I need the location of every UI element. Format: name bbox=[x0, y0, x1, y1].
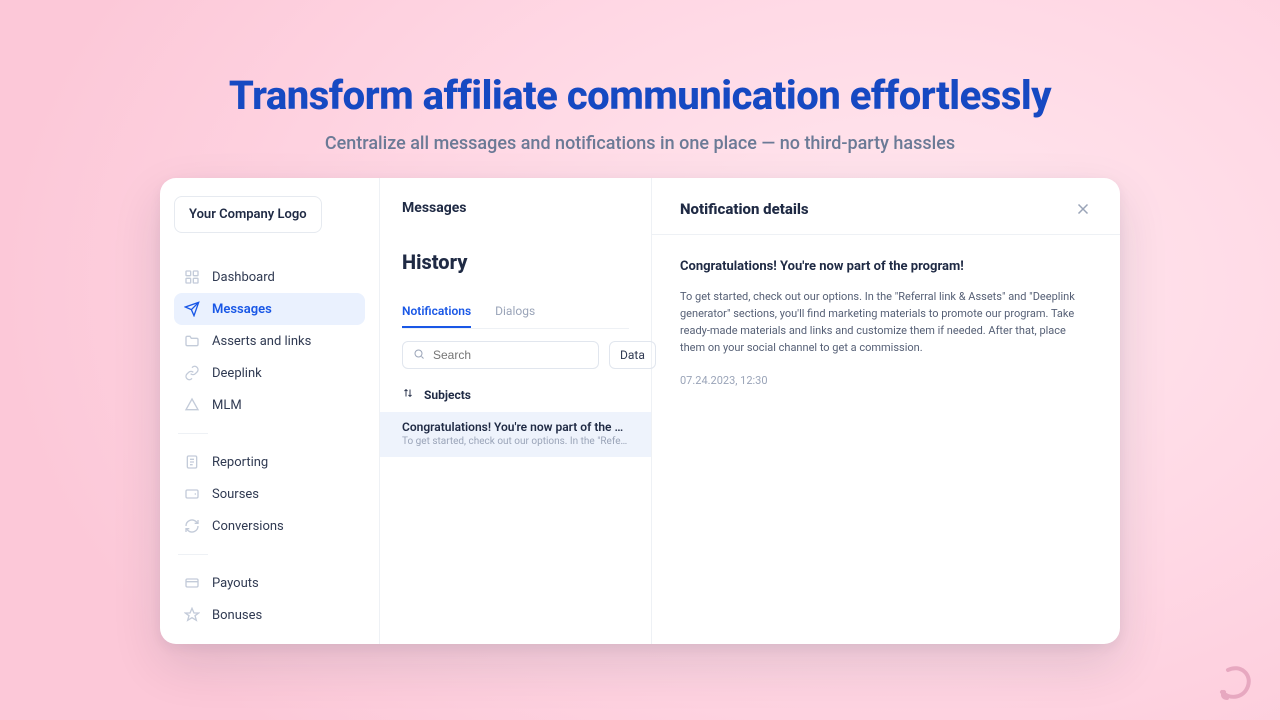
sidebar-item-label: Bonuses bbox=[212, 608, 262, 623]
sidebar: Your Company Logo Dashboard Messages Ass… bbox=[160, 178, 380, 644]
hero-title: Transform affiliate communication effort… bbox=[0, 72, 1280, 119]
search-icon bbox=[413, 348, 425, 363]
sidebar-item-conversions[interactable]: Conversions bbox=[174, 510, 365, 542]
detail-timestamp: 07.24.2023, 12:30 bbox=[680, 374, 1092, 387]
app-window: Your Company Logo Dashboard Messages Ass… bbox=[160, 178, 1120, 644]
star-icon bbox=[184, 607, 200, 623]
company-logo-chip: Your Company Logo bbox=[174, 196, 322, 233]
hero-subtitle: Centralize all messages and notification… bbox=[0, 133, 1280, 154]
section-title: History bbox=[402, 250, 629, 274]
page-title: Messages bbox=[402, 200, 629, 216]
link-icon bbox=[184, 365, 200, 381]
sidebar-item-asserts-links[interactable]: Asserts and links bbox=[174, 325, 365, 357]
sidebar-divider bbox=[178, 433, 208, 434]
sort-icon bbox=[402, 387, 414, 402]
sidebar-item-label: Asserts and links bbox=[212, 334, 311, 349]
detail-panel-title: Notification details bbox=[680, 200, 809, 218]
column-header-subjects[interactable]: Subjects bbox=[402, 387, 629, 402]
notification-row[interactable]: Congratulations! You're now part of the … bbox=[380, 412, 651, 457]
sidebar-item-label: Reporting bbox=[212, 455, 268, 470]
card-icon bbox=[184, 575, 200, 591]
notification-row-title: Congratulations! You're now part of the … bbox=[402, 420, 629, 434]
folder-icon bbox=[184, 333, 200, 349]
sidebar-item-label: Conversions bbox=[212, 519, 284, 534]
sidebar-item-label: Messages bbox=[212, 302, 272, 317]
sidebar-item-dashboard[interactable]: Dashboard bbox=[174, 261, 365, 293]
refresh-icon bbox=[184, 518, 200, 534]
brand-mark-icon bbox=[1214, 662, 1254, 702]
search-input[interactable] bbox=[433, 348, 588, 362]
detail-subject: Congratulations! You're now part of the … bbox=[680, 259, 1092, 274]
pyramid-icon bbox=[184, 397, 200, 413]
wallet-icon bbox=[184, 486, 200, 502]
grid-icon bbox=[184, 269, 200, 285]
sidebar-item-bonuses[interactable]: Bonuses bbox=[174, 599, 365, 631]
tab-notifications[interactable]: Notifications bbox=[402, 304, 471, 328]
send-icon bbox=[184, 301, 200, 317]
sidebar-item-payouts[interactable]: Payouts bbox=[174, 567, 365, 599]
detail-body-text: To get started, check out our options. I… bbox=[680, 288, 1092, 356]
sidebar-nav: Dashboard Messages Asserts and links Dee… bbox=[174, 261, 365, 631]
history-tabs: Notifications Dialogs bbox=[402, 304, 629, 329]
sidebar-item-label: Dashboard bbox=[212, 270, 275, 285]
sidebar-item-deeplink[interactable]: Deeplink bbox=[174, 357, 365, 389]
column-header-label: Subjects bbox=[424, 388, 471, 402]
hero: Transform affiliate communication effort… bbox=[0, 0, 1280, 154]
sidebar-item-label: Deeplink bbox=[212, 366, 262, 381]
sidebar-divider bbox=[178, 554, 208, 555]
sidebar-item-mlm[interactable]: MLM bbox=[174, 389, 365, 421]
messages-pane: Messages History Notifications Dialogs D… bbox=[380, 178, 652, 644]
sidebar-item-sourses[interactable]: Sourses bbox=[174, 478, 365, 510]
sidebar-item-label: Sourses bbox=[212, 487, 259, 502]
sidebar-item-messages[interactable]: Messages bbox=[174, 293, 365, 325]
notification-detail-pane: Notification details Congratulations! Yo… bbox=[652, 178, 1120, 644]
search-input-wrapper[interactable] bbox=[402, 341, 599, 369]
sidebar-item-reporting[interactable]: Reporting bbox=[174, 446, 365, 478]
data-filter-button[interactable]: Data bbox=[609, 341, 656, 369]
sidebar-item-label: MLM bbox=[212, 398, 242, 413]
notification-row-preview: To get started, check out our options. I… bbox=[402, 436, 629, 447]
sidebar-item-label: Payouts bbox=[212, 576, 259, 591]
tab-dialogs[interactable]: Dialogs bbox=[495, 304, 535, 328]
close-icon[interactable] bbox=[1074, 200, 1092, 218]
document-icon bbox=[184, 454, 200, 470]
